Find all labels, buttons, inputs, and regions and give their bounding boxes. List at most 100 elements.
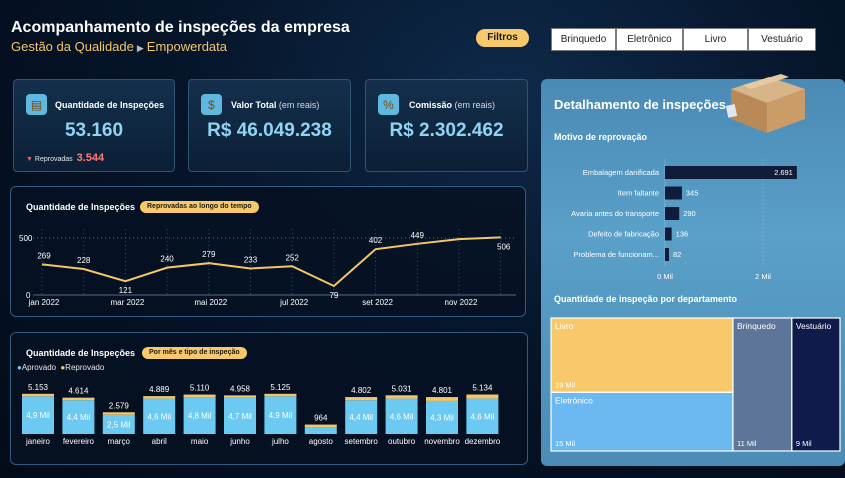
data-label: 233 xyxy=(244,255,258,264)
kpi-inspections-label: Quantidade de Inspeções xyxy=(55,100,165,110)
treemap-cell-name: Livro xyxy=(555,321,574,331)
bar-segment-label: 4,7 Mil xyxy=(228,412,252,421)
x-tick-label: agosto xyxy=(309,437,334,446)
breadcrumb-section: Gestão da Qualidade xyxy=(11,39,134,54)
bar-total-label: 4.958 xyxy=(230,384,251,393)
bar-reprovado xyxy=(22,393,54,397)
bar-segment-label: 4,6 Mil xyxy=(147,412,171,421)
data-label: 279 xyxy=(202,250,216,259)
bar-segment-label: 4,9 Mil xyxy=(269,411,293,420)
x-tick-label: março xyxy=(108,437,131,446)
segment-eletronico[interactable]: Eletrônico xyxy=(616,28,683,51)
department-treemap: Livro 19 Mil Eletrônico 15 Mil Brinquedo 11 M… xyxy=(550,317,841,452)
data-label: 506 xyxy=(497,242,511,251)
data-label: 269 xyxy=(37,251,51,260)
line-series-reprovadas xyxy=(41,236,501,288)
bar-reprovado xyxy=(183,394,216,398)
x-tick-label: novembro xyxy=(424,437,460,446)
kpi-commission-label-text: Comissão xyxy=(409,100,453,110)
bar-total-label: 5.110 xyxy=(190,384,210,393)
x-tick-label: julho xyxy=(271,437,289,446)
data-label: 79 xyxy=(329,291,338,300)
bar-reprovado xyxy=(224,395,256,398)
bar-total-label: 5.125 xyxy=(270,383,291,392)
bar-total-label: 5.153 xyxy=(28,383,49,392)
data-label: 252 xyxy=(286,253,300,262)
bar-total-label: 4.802 xyxy=(351,386,372,395)
x-tick-label: fevereiro xyxy=(63,437,95,446)
kpi-commission-label: Comissão (em reais) xyxy=(409,100,495,110)
treemap-cell xyxy=(791,317,841,452)
kpi-total-label: Valor Total (em reais) xyxy=(231,100,319,110)
bar-reprovado xyxy=(304,424,337,428)
treemap-cell-value: 9 Mil xyxy=(796,439,812,448)
line-chart-panel: Quantidade de Inspeções Reprovadas ao lo… xyxy=(10,186,526,317)
y-tick-label: 500 xyxy=(19,234,33,243)
bar-reprovado xyxy=(426,397,458,401)
page-title: Acompanhamento de inspeções da empresa xyxy=(11,19,350,36)
bar-aprovado xyxy=(304,427,337,434)
treemap-cell-value: 15 Mil xyxy=(555,439,575,448)
bar-reprovado xyxy=(143,396,176,399)
treemap-cell-value: 19 Mil xyxy=(555,380,575,389)
clipboard-icon: ▤ xyxy=(26,94,47,115)
treemap-cell xyxy=(732,317,793,452)
data-label: 228 xyxy=(77,256,91,265)
kpi-rejected-label: Reprovadas xyxy=(34,156,73,163)
bar-total-label: 964 xyxy=(314,414,328,423)
bar-segment-label: 4,4 Mil xyxy=(349,413,373,422)
bar-segment-label: 4,3 Mil xyxy=(430,413,454,422)
data-label: 402 xyxy=(369,236,383,245)
kpi-commission-unit: (em reais) xyxy=(454,100,496,110)
bar-chart: 4,9 Mil 5.153 janeiro 4,4 Mil 4.614 fevereiro… xyxy=(22,383,501,446)
breadcrumb-brand: Empowerdata xyxy=(146,39,228,54)
bar-reprovado xyxy=(264,393,297,397)
kpi-inspections-value: 53.160 xyxy=(64,120,124,141)
bar-segment-label: 4,6 Mil xyxy=(390,412,414,421)
x-tick-label: jan 2022 xyxy=(28,298,60,307)
bar-segment-label: 4,4 Mil xyxy=(67,413,91,422)
bar-total-label: 4.801 xyxy=(432,386,453,395)
treemap-cell-name: Eletrônico xyxy=(555,395,593,405)
bar-segment-label: 4,9 Mil xyxy=(26,411,50,420)
x-tick-label: junho xyxy=(229,437,250,446)
chevron-right-icon: ▶ xyxy=(136,43,144,53)
segment-livro[interactable]: Livro xyxy=(683,28,748,51)
x-tick-label: mai 2022 xyxy=(194,298,227,307)
bar-total-label: 4.889 xyxy=(149,385,170,394)
x-tick-label: dezembro xyxy=(465,437,501,446)
line-chart: 5000269228121240 279233 25279402449506jan … xyxy=(19,229,516,307)
bar-total-label: 5.031 xyxy=(392,384,413,393)
bar-segment-label: 4,6 Mil xyxy=(471,412,495,421)
kpi-total-label-text: Valor Total xyxy=(231,100,277,110)
kpi-rejected-row: ▼ Reprovadas 3.544 xyxy=(26,152,104,164)
bar-segment-label: 4,8 Mil xyxy=(188,412,212,421)
bar-total-label: 4.614 xyxy=(68,387,89,396)
kpi-total-card: $ Valor Total (em reais) R$ 46.049.238 xyxy=(188,79,351,172)
down-arrow-icon: ▼ xyxy=(26,156,33,163)
segment-brinquedo[interactable]: Brinquedo xyxy=(551,28,616,51)
bar-reprovado xyxy=(345,397,378,401)
bar-reprovado xyxy=(102,412,135,415)
data-label: 449 xyxy=(411,231,425,240)
data-label: 121 xyxy=(119,286,133,295)
segment-vestuario[interactable]: Vestuário xyxy=(748,28,816,51)
x-tick-label: jul 2022 xyxy=(279,298,309,307)
money-icon: $ xyxy=(201,94,222,115)
kpi-rejected-value: 3.544 xyxy=(76,152,105,164)
commission-icon: % xyxy=(378,94,399,115)
treemap-cell-name: Vestuário xyxy=(796,321,832,331)
x-tick-label: nov 2022 xyxy=(445,298,478,307)
bar-segment-label: 2,5 Mil xyxy=(107,420,131,429)
filters-button[interactable]: Filtros xyxy=(476,29,529,47)
x-tick-label: outubro xyxy=(388,437,416,446)
kpi-inspections-card: ▤ Quantidade de Inspeções 53.160 ▼ Repro… xyxy=(13,79,175,172)
bar-total-label: 2.579 xyxy=(109,401,130,410)
bar-reprovado xyxy=(62,397,95,401)
treemap-cell-name: Brinquedo xyxy=(737,321,776,331)
treemap-cell-value: 11 Mil xyxy=(737,439,757,448)
x-tick-label: setembro xyxy=(345,437,379,446)
kpi-commission-value: R$ 2.302.462 xyxy=(389,120,504,141)
bar-total-label: 5.134 xyxy=(472,384,493,393)
bar-reprovado xyxy=(385,395,418,399)
